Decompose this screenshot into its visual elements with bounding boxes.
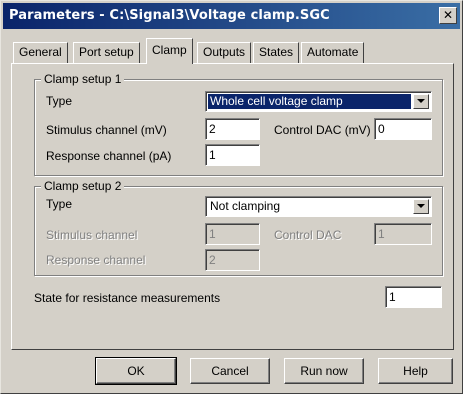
- clamp1-control-dac-input[interactable]: 0: [374, 118, 432, 140]
- clamp1-type-label: Type: [46, 94, 73, 108]
- clamp1-control-dac-label: Control DAC (mV): [274, 123, 371, 137]
- group-title: Clamp setup 1: [41, 72, 125, 86]
- cancel-button[interactable]: Cancel: [190, 358, 270, 384]
- resistance-state-input[interactable]: 1: [385, 286, 442, 308]
- parameters-dialog: Parameters - C:\Signal3\Voltage clamp.SG…: [0, 0, 463, 394]
- clamp1-type-select[interactable]: Whole cell voltage clamp: [205, 91, 432, 112]
- help-button[interactable]: Help: [378, 358, 453, 384]
- tab-outputs[interactable]: Outputs: [197, 42, 252, 63]
- chevron-down-icon[interactable]: [413, 94, 429, 109]
- ok-button[interactable]: OK: [95, 357, 177, 385]
- run-now-button[interactable]: Run now: [284, 358, 364, 384]
- clamp2-response-label: Response channel: [46, 253, 146, 267]
- clamp1-response-label: Response channel (pA): [46, 149, 172, 163]
- clamp2-control-dac-input[interactable]: 1: [374, 223, 432, 245]
- title-bar: Parameters - C:\Signal3\Voltage clamp.SG…: [3, 3, 460, 29]
- clamp2-control-dac-label: Control DAC: [274, 228, 342, 242]
- clamp2-response-input[interactable]: 2: [205, 249, 260, 271]
- window-title: Parameters - C:\Signal3\Voltage clamp.SG…: [9, 8, 330, 23]
- clamp2-stimulus-input[interactable]: 1: [205, 223, 260, 245]
- clamp1-response-input[interactable]: 1: [205, 144, 260, 166]
- tab-port-setup[interactable]: Port setup: [73, 42, 140, 63]
- clamp1-stimulus-label: Stimulus channel (mV): [46, 123, 167, 137]
- tab-states[interactable]: States: [253, 42, 300, 63]
- close-icon[interactable]: ✕: [439, 7, 457, 24]
- clamp2-type-select[interactable]: Not clamping: [205, 196, 432, 217]
- clamp1-type-value: Whole cell voltage clamp: [208, 94, 411, 109]
- resistance-state-label: State for resistance measurements: [34, 291, 221, 305]
- clamp2-type-label: Type: [46, 197, 73, 211]
- tab-general[interactable]: General: [13, 42, 68, 63]
- tab-clamp[interactable]: Clamp: [146, 38, 193, 64]
- group-title: Clamp setup 2: [41, 179, 125, 193]
- chevron-down-icon[interactable]: [413, 199, 429, 214]
- clamp1-stimulus-input[interactable]: 2: [205, 118, 260, 140]
- tab-automate[interactable]: Automate: [301, 42, 365, 63]
- clamp2-type-value: Not clamping: [210, 199, 281, 213]
- clamp2-stimulus-label: Stimulus channel: [46, 228, 138, 242]
